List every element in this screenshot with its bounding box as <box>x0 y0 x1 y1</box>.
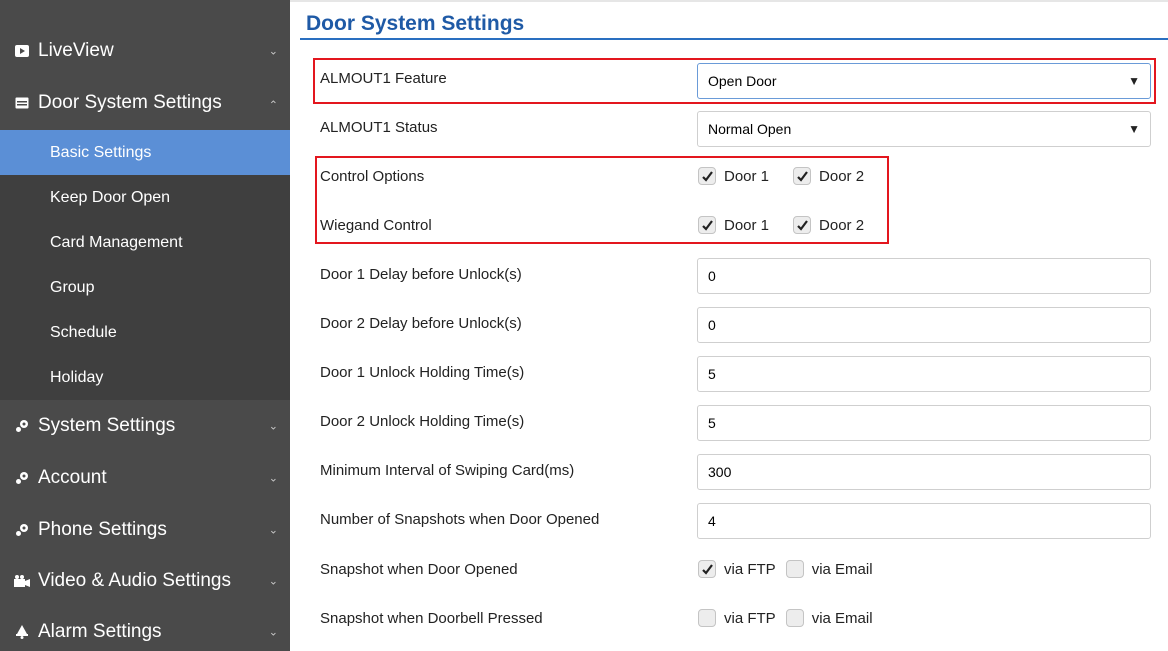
door1-holding-value: 5 <box>708 366 716 382</box>
sidebar-item-label: Alarm Settings <box>38 621 162 642</box>
snapshots-count-value: 4 <box>708 513 716 529</box>
sidebar-item-label: Video & Audio Settings <box>38 570 231 591</box>
checkbox-unchecked[interactable] <box>785 609 804 627</box>
chevron-down-icon: ⌄ <box>268 472 278 485</box>
sidebar-item-door-system-settings[interactable]: Door System Settings ⌃ <box>0 79 290 127</box>
door1-delay-value: 0 <box>708 268 716 284</box>
almout1-status-select[interactable]: Normal Open ▼ <box>697 111 1151 147</box>
gear-icon <box>12 471 32 485</box>
sidebar-item-label: Account <box>38 467 107 488</box>
sidebar-subitem-holiday[interactable]: Holiday <box>0 355 290 400</box>
snapshot-door-opened-group: via FTP via Email <box>698 560 897 578</box>
sidebar-subitem-schedule[interactable]: Schedule <box>0 310 290 355</box>
min-interval-label: Minimum Interval of Swiping Card(ms) <box>320 462 575 479</box>
checkbox-label: via FTP <box>724 560 776 578</box>
almout1-status-label: ALMOUT1 Status <box>320 119 438 136</box>
checkbox-label: via Email <box>811 609 873 627</box>
door1-delay-input[interactable]: 0 <box>697 258 1151 294</box>
checkmark-icon <box>701 563 713 575</box>
main-panel: Door System Settings ALMOUT1 Feature Ope… <box>290 0 1168 651</box>
bell-icon <box>12 625 32 639</box>
sidebar-item-account[interactable]: Account ⌄ <box>0 454 290 502</box>
sidebar-subitem-keep-door-open[interactable]: Keep Door Open <box>0 175 290 220</box>
min-interval-value: 300 <box>708 464 732 480</box>
sidebar-subitem-label: Card Management <box>50 233 183 251</box>
snapshot-door-opened-label: Snapshot when Door Opened <box>320 561 518 578</box>
chevron-down-icon: ⌄ <box>268 575 278 588</box>
door-panel-icon <box>12 97 32 109</box>
door2-holding-label: Door 2 Unlock Holding Time(s) <box>320 413 525 430</box>
chevron-up-icon: ⌃ <box>268 99 278 112</box>
min-interval-input[interactable]: 300 <box>697 454 1151 490</box>
highlight-box-almout1-feature <box>313 58 1156 104</box>
almout1-status-value: Normal Open <box>708 121 792 137</box>
checkbox-checked[interactable] <box>698 560 716 578</box>
sidebar-item-phone-settings[interactable]: Phone Settings ⌄ <box>0 506 290 554</box>
sidebar-subitem-label: Group <box>50 278 95 296</box>
sidebar-subitem-label: Basic Settings <box>50 143 152 161</box>
sidebar-item-video-audio-settings[interactable]: Video & Audio Settings ⌄ <box>0 557 290 605</box>
gear-icon <box>12 523 32 537</box>
sidebar-subitem-label: Holiday <box>50 368 104 386</box>
sidebar-item-label: System Settings <box>38 415 176 436</box>
sidebar-item-label: LiveView <box>38 40 114 61</box>
sidebar-item-system-settings[interactable]: System Settings ⌄ <box>0 402 290 450</box>
checkbox-unchecked[interactable] <box>698 609 716 627</box>
door2-holding-input[interactable]: 5 <box>697 405 1151 441</box>
top-border <box>290 0 1168 2</box>
highlight-box-control-wiegand <box>315 156 889 244</box>
door2-delay-value: 0 <box>708 317 716 333</box>
page-title: Door System Settings <box>306 12 525 35</box>
sidebar-item-alarm-settings[interactable]: Alarm Settings ⌄ <box>0 608 290 651</box>
door2-holding-value: 5 <box>708 415 716 431</box>
snapshot-doorbell-group: via FTP via Email <box>698 609 897 627</box>
door1-holding-input[interactable]: 5 <box>697 356 1151 392</box>
sidebar-item-liveview[interactable]: LiveView ⌄ <box>0 27 290 75</box>
sidebar-subitem-label: Schedule <box>50 323 117 341</box>
chevron-down-icon: ⌄ <box>268 626 278 639</box>
chevron-down-icon: ⌄ <box>268 524 278 537</box>
sidebar-item-label: Door System Settings <box>38 92 222 113</box>
chevron-down-icon: ⌄ <box>268 420 278 433</box>
gear-icon <box>12 419 32 433</box>
camera-audio-icon <box>12 575 32 587</box>
snapshots-count-label: Number of Snapshots when Door Opened <box>320 511 600 528</box>
chevron-down-icon: ⌄ <box>268 45 278 58</box>
snapshot-door-opened-email[interactable]: via Email <box>785 560 873 578</box>
door2-delay-label: Door 2 Delay before Unlock(s) <box>320 315 522 332</box>
sidebar-item-label: Phone Settings <box>38 519 167 540</box>
title-underline <box>300 38 1168 40</box>
door1-holding-label: Door 1 Unlock Holding Time(s) <box>320 364 525 381</box>
sidebar: LiveView ⌄ Door System Settings ⌃ Basic … <box>0 0 290 651</box>
snapshot-doorbell-email[interactable]: via Email <box>785 609 873 627</box>
sidebar-subitem-group[interactable]: Group <box>0 265 290 310</box>
sidebar-subitem-basic-settings[interactable]: Basic Settings <box>0 130 290 175</box>
sidebar-subitem-card-management[interactable]: Card Management <box>0 220 290 265</box>
dropdown-caret-icon: ▼ <box>1128 122 1140 136</box>
door2-delay-input[interactable]: 0 <box>697 307 1151 343</box>
video-icon <box>12 45 32 57</box>
door1-delay-label: Door 1 Delay before Unlock(s) <box>320 266 522 283</box>
snapshots-count-input[interactable]: 4 <box>697 503 1151 539</box>
snapshot-doorbell-ftp[interactable]: via FTP <box>698 609 776 627</box>
snapshot-doorbell-label: Snapshot when Doorbell Pressed <box>320 610 543 627</box>
snapshot-door-opened-ftp[interactable]: via FTP <box>698 560 776 578</box>
checkbox-label: via Email <box>811 560 873 578</box>
sidebar-subitem-label: Keep Door Open <box>50 188 171 206</box>
checkbox-label: via FTP <box>724 609 776 627</box>
checkbox-unchecked[interactable] <box>785 560 804 578</box>
